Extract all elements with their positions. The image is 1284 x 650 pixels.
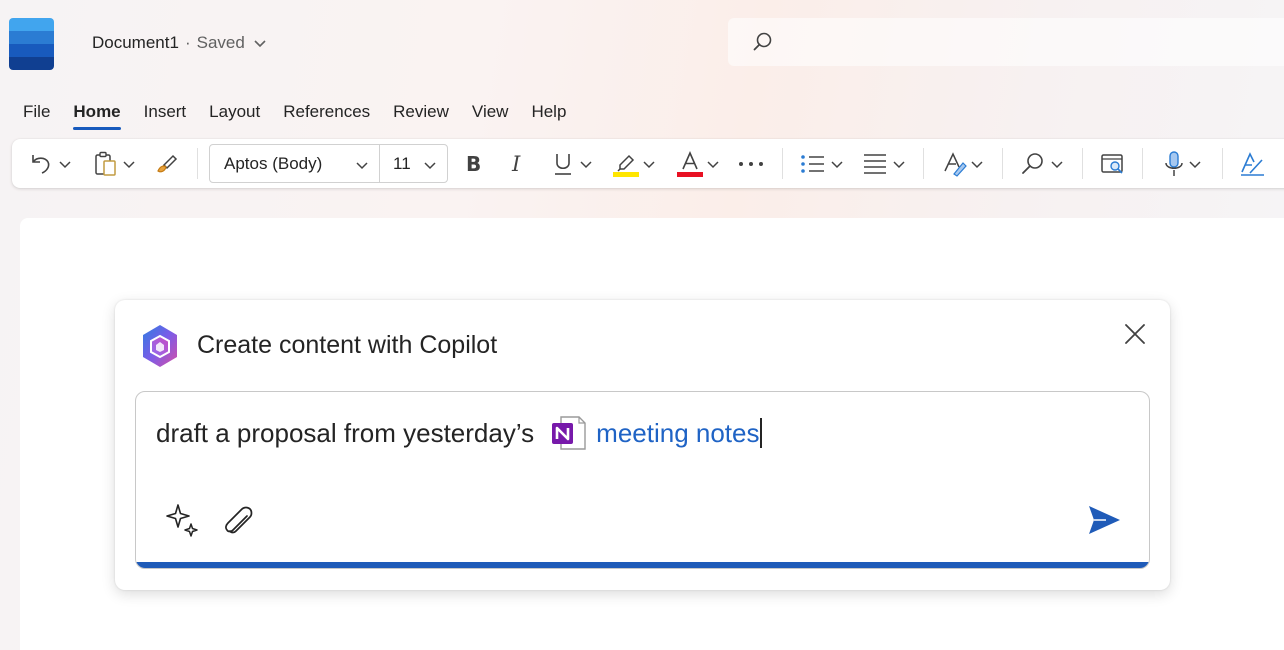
prompt-accent-bar — [136, 562, 1149, 568]
title-separator: · — [184, 33, 191, 52]
dictate-button[interactable] — [1162, 139, 1202, 188]
underline-icon — [555, 153, 571, 175]
svg-text:B: B — [466, 152, 481, 176]
tab-references[interactable]: References — [283, 102, 370, 128]
paste-icon — [95, 151, 116, 176]
prompt-content: draft a proposal from yesterday’s meetin… — [156, 414, 763, 452]
chevron-down-icon — [580, 160, 592, 168]
tab-review[interactable]: Review — [393, 102, 449, 128]
font-color-icon — [677, 150, 703, 177]
font-size-value: 11 — [393, 153, 411, 173]
tab-home[interactable]: Home — [73, 102, 121, 130]
align-button[interactable] — [862, 139, 906, 188]
word-logo-icon — [9, 18, 54, 70]
italic-icon: I — [511, 152, 521, 176]
chevron-down-icon — [254, 40, 266, 48]
highlight-button[interactable] — [612, 139, 656, 188]
paperclip-icon — [225, 506, 253, 534]
font-size-dropdown[interactable]: 11 — [380, 145, 447, 182]
prompt-text: draft a proposal from yesterday’s — [156, 417, 535, 448]
search-icon — [753, 32, 772, 51]
chevron-down-icon — [1051, 160, 1063, 168]
paste-button[interactable] — [92, 139, 136, 188]
chevron-down-icon — [59, 160, 71, 168]
chevron-down-icon — [893, 160, 905, 168]
bold-button[interactable]: B — [464, 139, 484, 188]
meeting-notes-reference[interactable]: meeting notes — [596, 418, 759, 449]
chevron-down-icon — [356, 162, 368, 170]
copilot-dialog: Create content with Copilot draft a prop… — [115, 300, 1170, 590]
sparkle-icon — [166, 504, 198, 537]
format-painter-button[interactable] — [154, 139, 180, 188]
tab-view[interactable]: View — [472, 102, 509, 128]
more-options-button[interactable] — [738, 139, 764, 188]
copilot-title: Create content with Copilot — [197, 331, 498, 359]
find-button[interactable] — [1020, 139, 1064, 188]
dictate-icon — [1165, 150, 1183, 176]
search-box[interactable] — [728, 18, 1284, 66]
copilot-prompt-input[interactable]: draft a proposal from yesterday’s meetin… — [135, 391, 1150, 569]
send-icon — [1089, 506, 1120, 534]
attach-button[interactable] — [220, 502, 256, 543]
editor-button[interactable] — [1238, 139, 1266, 188]
styles-icon — [944, 151, 967, 177]
copilot-logo-icon — [137, 322, 183, 375]
styles-button[interactable] — [942, 139, 984, 188]
font-picker: Aptos (Body) 11 — [209, 144, 448, 183]
underline-button[interactable] — [553, 139, 593, 188]
more-icon — [739, 161, 763, 166]
onenote-icon — [550, 414, 588, 452]
prompt-guide-button[interactable] — [164, 502, 200, 543]
tab-layout[interactable]: Layout — [209, 102, 260, 128]
font-name-value: Aptos (Body) — [224, 153, 323, 173]
close-button[interactable] — [1123, 322, 1147, 346]
bullets-button[interactable] — [800, 139, 844, 188]
bullets-icon — [801, 154, 824, 173]
font-name-dropdown[interactable]: Aptos (Body) — [210, 145, 380, 182]
undo-icon — [32, 154, 50, 174]
align-icon — [864, 153, 886, 174]
chevron-down-icon — [831, 160, 843, 168]
chevron-down-icon — [424, 162, 436, 170]
undo-button[interactable] — [28, 139, 72, 188]
tab-insert[interactable]: Insert — [144, 102, 187, 128]
send-button[interactable] — [1086, 502, 1122, 543]
chevron-down-icon — [643, 160, 655, 168]
close-icon — [1125, 324, 1145, 344]
chevron-down-icon — [707, 160, 719, 168]
svg-text:I: I — [511, 152, 521, 176]
font-color-button[interactable] — [676, 139, 720, 188]
reuse-files-button[interactable] — [1100, 139, 1126, 188]
reuse-files-icon — [1101, 153, 1123, 174]
tab-help[interactable]: Help — [531, 102, 566, 128]
menu-tabs: File Home Insert Layout References Revie… — [23, 102, 589, 130]
prompt-tools — [164, 502, 256, 543]
highlight-icon — [613, 154, 639, 177]
save-status: Saved — [196, 33, 245, 52]
bold-icon: B — [466, 152, 481, 176]
document-title[interactable]: Document1 · Saved — [92, 33, 267, 53]
ribbon-toolbar: Aptos (Body) 11 B I — [12, 139, 1284, 188]
italic-button[interactable]: I — [510, 139, 528, 188]
document-name: Document1 — [92, 33, 179, 52]
chevron-down-icon — [123, 160, 135, 168]
format-painter-icon — [157, 154, 178, 172]
find-icon — [1022, 152, 1043, 174]
chevron-down-icon — [1189, 160, 1201, 168]
chevron-down-icon — [971, 160, 983, 168]
text-caret — [760, 418, 763, 448]
tab-file[interactable]: File — [23, 102, 50, 128]
editor-icon — [1241, 151, 1264, 176]
